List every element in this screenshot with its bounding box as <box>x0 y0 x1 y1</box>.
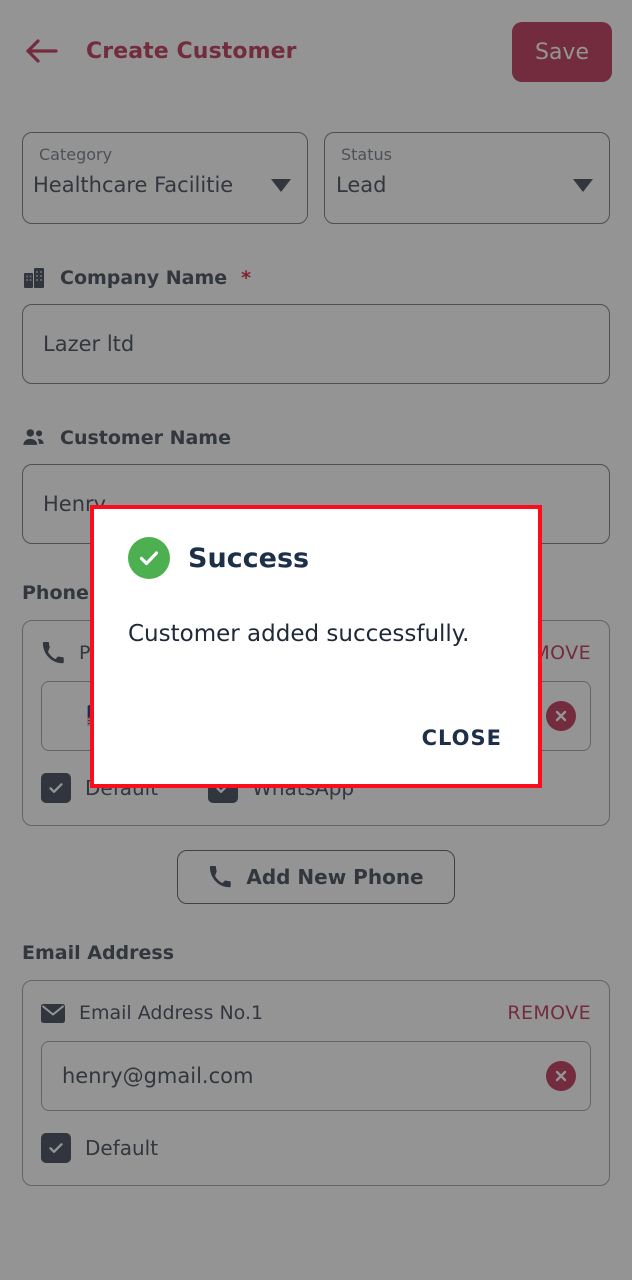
dialog-title-row: Success <box>128 537 506 579</box>
dialog-title: Success <box>188 542 310 574</box>
success-dialog: Success Customer added successfully. CLO… <box>90 505 542 788</box>
success-check-icon <box>128 537 170 579</box>
dialog-message: Customer added successfully. <box>128 621 470 647</box>
dialog-close-button[interactable]: CLOSE <box>418 720 506 756</box>
dialog-actions: CLOSE <box>128 720 506 764</box>
